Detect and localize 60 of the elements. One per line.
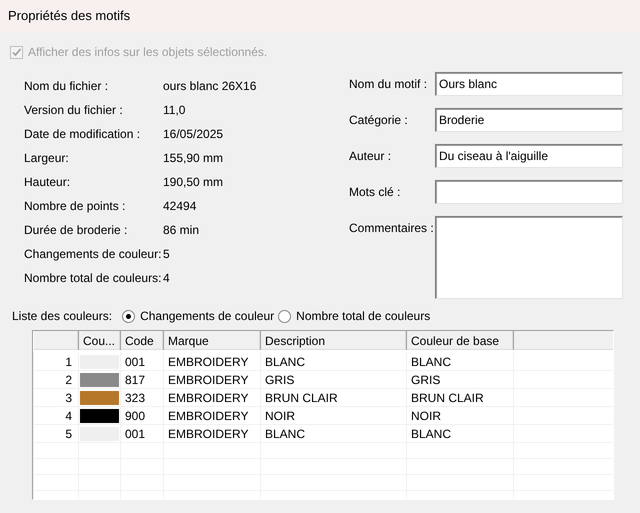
field-label: Nom du motif : — [349, 76, 428, 93]
field-label: Catégorie : — [349, 112, 409, 129]
radio-label[interactable]: Nombre total de couleurs — [296, 309, 430, 323]
info-label: Nom du fichier : — [24, 78, 110, 95]
table-cell: 001 — [120, 352, 164, 370]
header-cell[interactable] — [34, 331, 78, 352]
table-cell: BLANC — [406, 352, 514, 370]
radio-label[interactable]: Changements de couleur — [140, 309, 274, 323]
column-header[interactable]: Description — [260, 331, 406, 352]
row-number: 3 — [34, 388, 78, 406]
checkbox-label: Afficher des infos sur les objets sélectionnés. — [28, 45, 268, 59]
comments-field[interactable] — [435, 216, 623, 299]
table-cell: GRIS — [406, 370, 514, 388]
info-label: Version du fichier : — [24, 102, 124, 119]
text-field[interactable] — [435, 180, 623, 204]
row-number: 5 — [34, 424, 78, 442]
color-list-label: Liste des couleurs: — [12, 309, 112, 323]
window-title: Propriétés des motifs — [0, 0, 640, 32]
row-number: 2 — [34, 370, 78, 388]
info-value: 42494 — [163, 198, 198, 215]
info-label: Changements de couleur: — [24, 246, 162, 263]
info-value: ours blanc 26X16 — [163, 78, 258, 95]
table-cell: BLANC — [406, 424, 514, 442]
table-cell: 900 — [120, 406, 164, 424]
table-cell: 817 — [120, 370, 164, 388]
info-label: Date de modification : — [24, 126, 142, 143]
table-cell: BLANC — [260, 352, 406, 370]
field-label: Mots clé : — [349, 184, 402, 201]
field-label: Commentaires : — [349, 220, 435, 237]
info-label: Hauteur: — [24, 174, 72, 191]
field-label: Auteur : — [349, 148, 392, 165]
info-label: Nombre de points : — [24, 198, 126, 215]
table-cell: EMBROIDERY — [164, 352, 260, 370]
table-cell: BLANC — [260, 424, 406, 442]
info-label: Largeur: — [24, 150, 70, 167]
info-value: 4 — [163, 270, 171, 287]
info-label: Durée de broderie : — [24, 222, 128, 239]
table-cell: BRUN CLAIR — [406, 388, 514, 406]
text-field[interactable]: Ours blanc — [435, 72, 623, 96]
row-number: 1 — [34, 352, 78, 370]
table-cell: EMBROIDERY — [164, 406, 260, 424]
table-cell: BRUN CLAIR — [260, 388, 406, 406]
table-cell: NOIR — [260, 406, 406, 424]
table-cell: 001 — [120, 424, 164, 442]
text-field[interactable]: Broderie — [435, 108, 623, 132]
table-cell: GRIS — [260, 370, 406, 388]
table-cell: EMBROIDERY — [164, 424, 260, 442]
info-label: Nombre total de couleurs: — [24, 270, 162, 287]
table-cell: EMBROIDERY — [164, 388, 260, 406]
table-cell: NOIR — [406, 406, 514, 424]
text-field[interactable]: Du ciseau à l'aiguille — [435, 144, 623, 168]
table-cell: 323 — [120, 388, 164, 406]
info-value: 190,50 mm — [163, 174, 224, 191]
info-value: 16/05/2025 — [163, 126, 224, 143]
info-value: 5 — [163, 246, 171, 263]
table-cell: EMBROIDERY — [164, 370, 260, 388]
radio-button[interactable] — [278, 310, 292, 322]
radio-button[interactable] — [122, 310, 136, 322]
row-number: 4 — [34, 406, 78, 424]
info-value: 11,0 — [163, 102, 186, 119]
